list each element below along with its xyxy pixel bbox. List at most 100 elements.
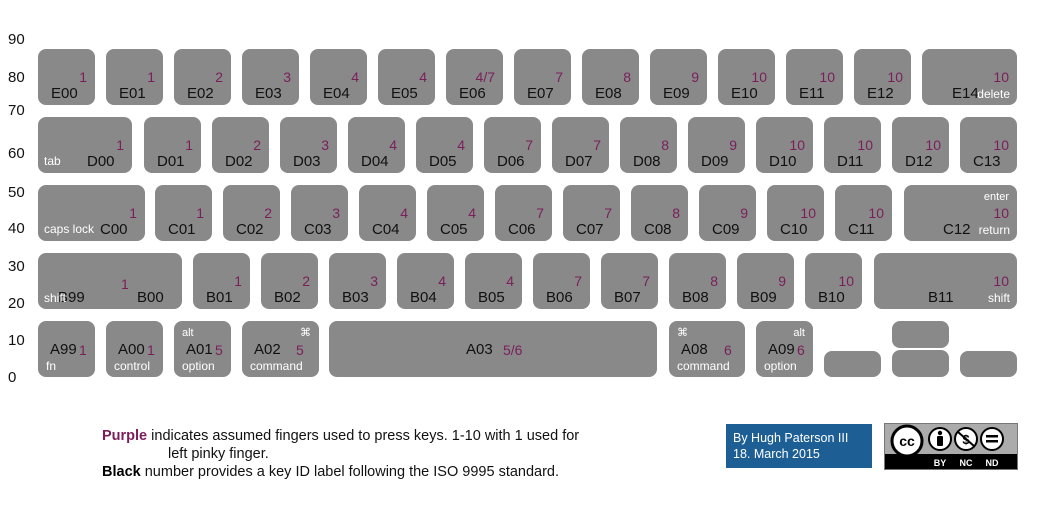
- key-c04[interactable]: C04 4: [359, 185, 416, 241]
- key-b08[interactable]: B08 8: [669, 253, 726, 309]
- key-a02[interactable]: A02 5 command ⌘: [242, 321, 319, 377]
- legend-black-word: Black: [102, 464, 141, 480]
- finger-number: 10: [838, 273, 854, 289]
- key-id-label: A03: [466, 341, 493, 358]
- key-d06[interactable]: D06 7: [484, 117, 541, 173]
- key-c09[interactable]: C09 9: [699, 185, 756, 241]
- key-a03[interactable]: A03 5/6: [329, 321, 657, 377]
- finger-number: 4: [389, 137, 397, 153]
- key-e06[interactable]: E06 4/7: [446, 49, 503, 105]
- key-arrow[interactable]: [960, 351, 1017, 377]
- key-c07[interactable]: C07 7: [563, 185, 620, 241]
- key-c11[interactable]: C11 10: [835, 185, 892, 241]
- key-a09[interactable]: A09 6 option alt: [756, 321, 813, 377]
- key-a00[interactable]: A00 1 control: [106, 321, 163, 377]
- key-d05[interactable]: D05 4: [416, 117, 473, 173]
- key-c10[interactable]: C10 10: [767, 185, 824, 241]
- key-e12[interactable]: E12 10: [854, 49, 911, 105]
- key-e05[interactable]: E05 4: [378, 49, 435, 105]
- key-c12[interactable]: C12 10 return enter: [904, 185, 1017, 241]
- y-axis-tick: 50: [8, 184, 25, 201]
- legend: Purple indicates assumed fingers used to…: [102, 427, 662, 481]
- key-b06[interactable]: B06 7: [533, 253, 590, 309]
- key-c08[interactable]: C08 8: [631, 185, 688, 241]
- key-d02[interactable]: D02 2: [212, 117, 269, 173]
- key-c00[interactable]: C00 1 caps lock: [38, 185, 145, 241]
- key-arrow[interactable]: [892, 321, 949, 348]
- key-b05[interactable]: B05 4: [465, 253, 522, 309]
- key-id-label: A02: [254, 341, 281, 358]
- finger-number: 10: [993, 137, 1009, 153]
- key-e04[interactable]: E04 4: [310, 49, 367, 105]
- key-e14[interactable]: E14 10 delete: [922, 49, 1017, 105]
- key-b11[interactable]: B11 10 shift: [874, 253, 1017, 309]
- key-e01[interactable]: E01 1: [106, 49, 163, 105]
- key-c02[interactable]: C02 2: [223, 185, 280, 241]
- key-e11[interactable]: E11 10: [786, 49, 843, 105]
- key-d03[interactable]: D03 3: [280, 117, 337, 173]
- key-b01[interactable]: B01 1: [193, 253, 250, 309]
- key-id-label: A99: [50, 341, 77, 358]
- finger-number: 2: [302, 273, 310, 289]
- key-e10[interactable]: E10 10: [718, 49, 775, 105]
- finger-number: 7: [604, 205, 612, 221]
- key-id-label: E07: [527, 85, 554, 102]
- key-b02[interactable]: B02 2: [261, 253, 318, 309]
- key-c03[interactable]: C03 3: [291, 185, 348, 241]
- key-legend-label: option: [182, 359, 215, 373]
- key-id-label: B11: [928, 289, 954, 306]
- key-id-label: A01: [186, 341, 213, 358]
- finger-number: 9: [691, 69, 699, 85]
- key-legend-label: command: [677, 359, 730, 373]
- key-d11[interactable]: D11 10: [824, 117, 881, 173]
- key-top-label: enter: [983, 191, 1009, 203]
- key-legend-label: delete: [977, 87, 1010, 101]
- key-d09[interactable]: D09 9: [688, 117, 745, 173]
- key-id-label: C06: [508, 221, 536, 238]
- key-c13[interactable]: C13 10: [960, 117, 1017, 173]
- cc-license-graphic: cc $ BY NC ND: [885, 424, 1017, 468]
- key-d08[interactable]: D08 8: [620, 117, 677, 173]
- finger-number: 5: [215, 342, 223, 358]
- key-c01[interactable]: C01 1: [155, 185, 212, 241]
- finger-number: 5: [296, 342, 304, 358]
- finger-number: 4: [506, 273, 514, 289]
- key-arrow[interactable]: [824, 351, 881, 377]
- finger-number: 7: [536, 205, 544, 221]
- key-e03[interactable]: E03 3: [242, 49, 299, 105]
- key-e08[interactable]: E08 8: [582, 49, 639, 105]
- key-d07[interactable]: D07 7: [552, 117, 609, 173]
- key-d01[interactable]: D01 1: [144, 117, 201, 173]
- key-arrow[interactable]: [892, 350, 949, 377]
- key-id-label: C00: [100, 221, 128, 238]
- key-a01[interactable]: A01 5 option alt: [174, 321, 231, 377]
- key-b03[interactable]: B03 3: [329, 253, 386, 309]
- key-b09[interactable]: B09 9: [737, 253, 794, 309]
- key-b04[interactable]: B04 4: [397, 253, 454, 309]
- key-e09[interactable]: E09 9: [650, 49, 707, 105]
- key-e07[interactable]: E07 7: [514, 49, 571, 105]
- finger-number: 8: [710, 273, 718, 289]
- key-c05[interactable]: C05 4: [427, 185, 484, 241]
- nd-icon: [980, 427, 1004, 451]
- key-c06[interactable]: C06 7: [495, 185, 552, 241]
- key-id-label: D08: [633, 153, 661, 170]
- finger-number: 1: [147, 342, 155, 358]
- key-e02[interactable]: E02 2: [174, 49, 231, 105]
- key-d04[interactable]: D04 4: [348, 117, 405, 173]
- license-term-by: BY: [934, 458, 947, 468]
- key-e00[interactable]: E00 1: [38, 49, 95, 105]
- key-b10[interactable]: B10 10: [805, 253, 862, 309]
- key-id-label: E10: [731, 85, 758, 102]
- key-a08[interactable]: A08 6 command ⌘: [669, 321, 745, 377]
- key-id-label: E12: [867, 85, 894, 102]
- key-d10[interactable]: D10 10: [756, 117, 813, 173]
- key-d12[interactable]: D12 10: [892, 117, 949, 173]
- legend-purple-text-cont: left pinky finger.: [168, 446, 269, 462]
- key-a99[interactable]: A99 1 fn: [38, 321, 95, 377]
- key-id-label: C11: [848, 221, 875, 238]
- key-id-label: C02: [236, 221, 264, 238]
- key-d00[interactable]: D00 1 tab: [38, 117, 132, 173]
- key-b07[interactable]: B07 7: [601, 253, 658, 309]
- key-b99[interactable]: B99 B00 1 shift: [38, 253, 182, 309]
